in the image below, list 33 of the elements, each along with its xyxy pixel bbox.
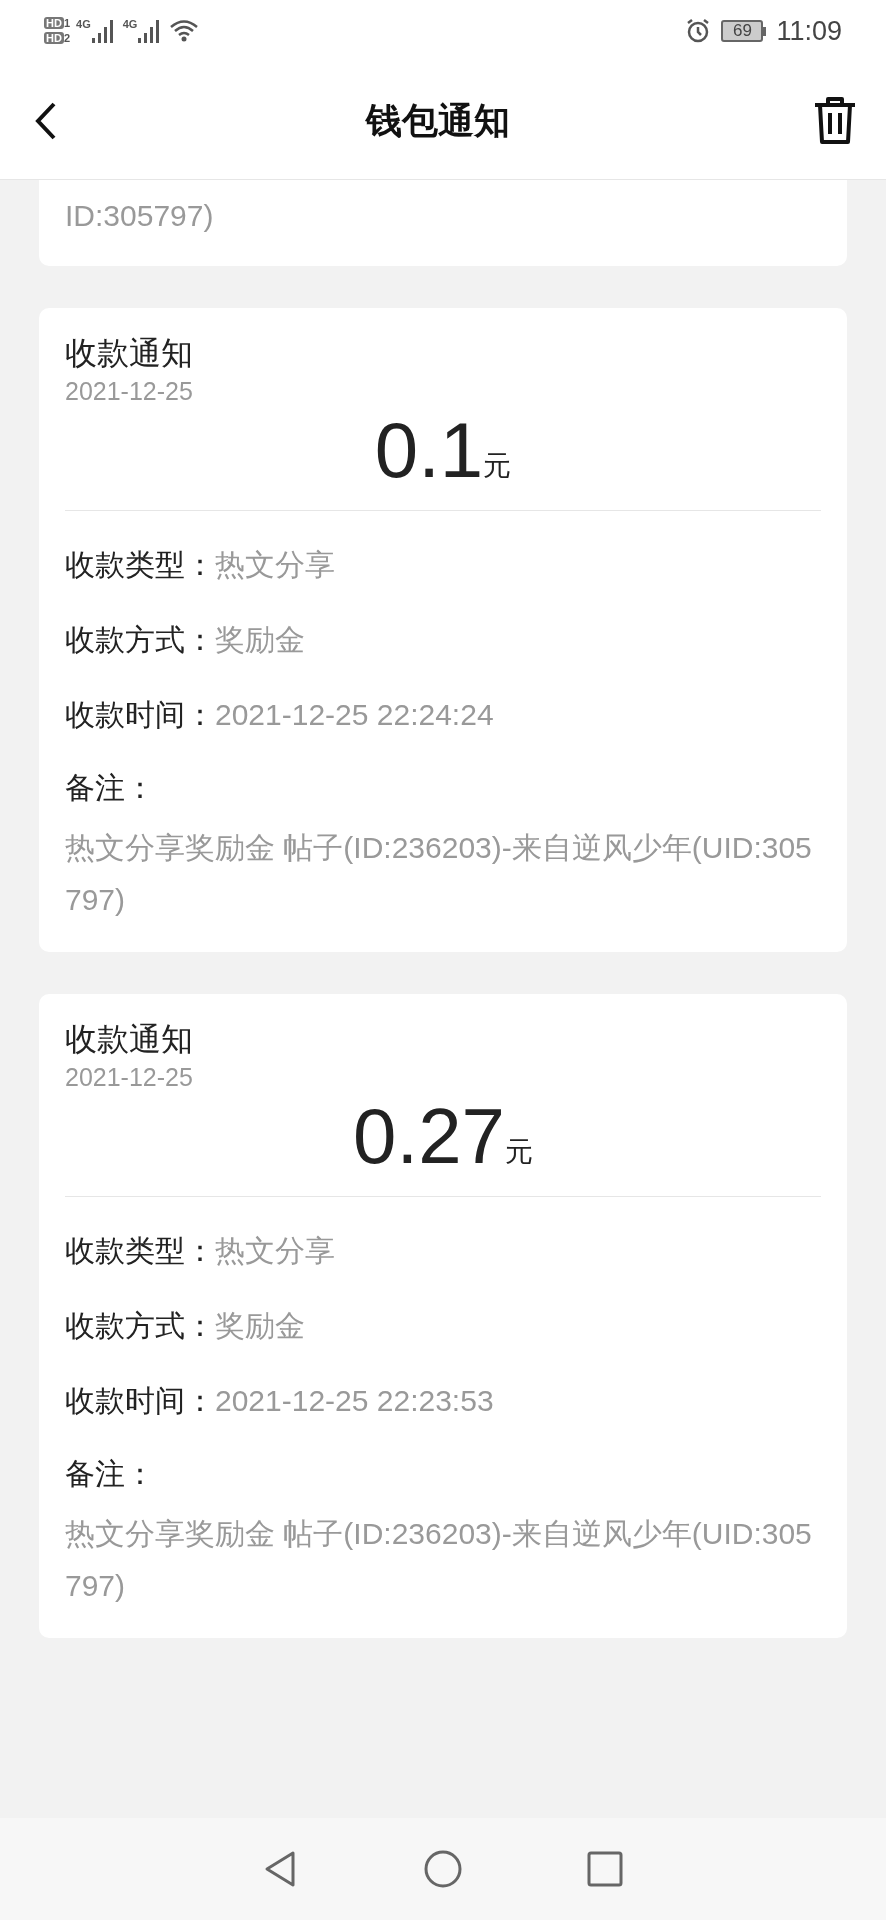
network-type: 4G <box>122 18 138 30</box>
field-label: 收款类型： <box>65 1233 215 1269</box>
field-label: 收款时间： <box>65 1383 215 1419</box>
field-label: 收款方式： <box>65 622 215 658</box>
battery-icon: 69 <box>721 20 767 42</box>
page-title: 钱包通知 <box>366 98 510 143</box>
note-label: 备注： <box>65 769 156 806</box>
card-title: 收款通知 <box>65 1020 194 1059</box>
field-value: 2021-12-25 22:23:53 <box>215 1383 494 1419</box>
field-label: 收款时间： <box>65 697 215 733</box>
note-text: 热文分享奖励金 帖子(ID:236203)-来自逆风少年(UID:305797) <box>65 1516 813 1604</box>
note-text: 热文分享奖励金 帖子(ID:236203)-来自逆风少年(UID:305797) <box>65 830 813 918</box>
field-value: 2021-12-25 22:24:24 <box>215 697 494 733</box>
note-label: 备注： <box>65 1455 156 1492</box>
home-nav-button[interactable] <box>423 1849 463 1889</box>
field-value: 奖励金 <box>215 622 305 658</box>
note-text: ID:305797) <box>65 198 215 234</box>
field-label: 收款方式： <box>65 1308 215 1344</box>
card-date: 2021-12-25 <box>65 376 194 406</box>
field-label: 收款类型： <box>65 547 215 583</box>
clock: 11:09 <box>776 14 842 48</box>
card-title: 收款通知 <box>65 334 194 373</box>
amount: 0.27 <box>353 1094 505 1178</box>
recents-nav-button[interactable] <box>585 1849 625 1889</box>
wifi-icon <box>169 19 200 43</box>
field-value: 热文分享 <box>215 547 335 583</box>
currency-unit: 元 <box>504 1135 533 1169</box>
field-value: 奖励金 <box>215 1308 305 1344</box>
amount: 0.1 <box>374 408 484 492</box>
currency-unit: 元 <box>483 449 512 483</box>
card-date: 2021-12-25 <box>65 1062 194 1092</box>
network-type: 4G <box>76 18 91 30</box>
field-value: 热文分享 <box>215 1233 335 1269</box>
